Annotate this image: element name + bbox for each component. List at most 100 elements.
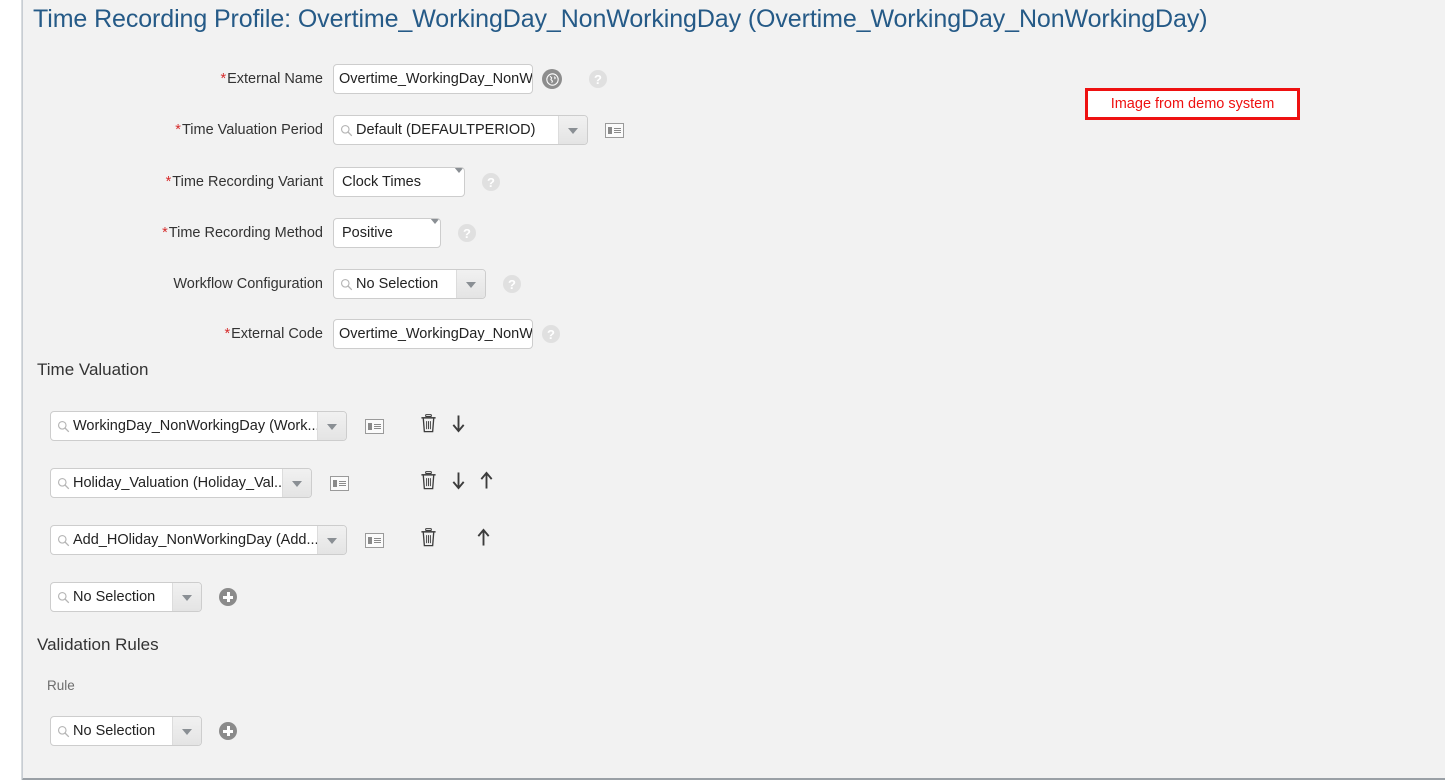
chevron-down-icon bbox=[568, 128, 578, 134]
validation-rule-new-combo[interactable]: No Selection bbox=[50, 716, 202, 746]
details-block bbox=[608, 126, 612, 134]
help-icon-time-recording-variant[interactable]: ? bbox=[482, 173, 500, 191]
field-row-workflow-configuration: Workflow Configuration No Selection ? bbox=[123, 268, 521, 300]
section-title-validation-rules: Validation Rules bbox=[37, 635, 159, 654]
field-row-time-recording-variant: *Time Recording Variant Clock Times ? bbox=[123, 166, 500, 198]
time-recording-variant-value: Clock Times bbox=[342, 174, 421, 190]
section-title-time-valuation: Time Valuation bbox=[37, 360, 149, 379]
field-row-time-valuation-period: *Time Valuation Period Default (DEFAULTP… bbox=[123, 114, 624, 146]
chevron-down-icon bbox=[430, 219, 440, 241]
details-block bbox=[368, 536, 372, 544]
details-lines bbox=[339, 480, 346, 486]
delete-button-time-valuation-3[interactable] bbox=[420, 528, 437, 552]
time-valuation-period-combo[interactable]: Default (DEFAULTPERIOD) bbox=[333, 115, 588, 145]
search-icon bbox=[57, 477, 70, 490]
time-valuation-new-dropdown-button[interactable] bbox=[172, 583, 201, 611]
chevron-down-icon bbox=[182, 729, 192, 735]
time-valuation-period-dropdown-button[interactable] bbox=[558, 116, 587, 144]
details-lines bbox=[614, 127, 621, 133]
search-icon bbox=[57, 534, 70, 547]
validation-rules-new-row: No Selection bbox=[50, 715, 237, 747]
help-glyph: ? bbox=[482, 173, 500, 191]
search-glyph bbox=[57, 477, 70, 489]
label-workflow-configuration: Workflow Configuration bbox=[123, 276, 333, 292]
required-marker: * bbox=[165, 174, 172, 190]
help-glyph: ? bbox=[542, 325, 560, 343]
help-glyph: ? bbox=[458, 224, 476, 242]
help-icon-external-name[interactable]: ? bbox=[589, 70, 607, 88]
arrow-up-icon bbox=[480, 471, 493, 489]
validation-rule-new-value: No Selection bbox=[73, 723, 156, 739]
help-glyph: ? bbox=[589, 70, 607, 88]
search-icon bbox=[57, 591, 70, 604]
label-external-code: *External Code bbox=[123, 326, 333, 342]
time-valuation-new-row: No Selection bbox=[50, 581, 237, 613]
time-valuation-period-value: Default (DEFAULTPERIOD) bbox=[356, 122, 536, 138]
required-marker: * bbox=[224, 326, 231, 342]
search-glyph bbox=[57, 534, 70, 546]
time-recording-variant-select[interactable]: Clock Times bbox=[333, 167, 465, 197]
page-content-panel: Time Recording Profile: Overtime_Working… bbox=[22, 0, 1445, 780]
move-up-button-time-valuation-3[interactable] bbox=[475, 528, 492, 552]
details-block bbox=[333, 479, 337, 487]
time-valuation-row-1: WorkingDay_NonWorkingDay (Work... bbox=[50, 410, 467, 442]
help-icon-external-code[interactable]: ? bbox=[542, 325, 560, 343]
details-icon-time-valuation-2[interactable] bbox=[330, 475, 349, 491]
time-valuation-dropdown-button-3[interactable] bbox=[317, 526, 346, 554]
search-icon bbox=[340, 278, 353, 291]
label-text: External Name bbox=[227, 71, 323, 87]
trash-icon bbox=[421, 471, 436, 490]
label-time-recording-method: *Time Recording Method bbox=[123, 225, 333, 241]
search-glyph bbox=[340, 278, 353, 290]
details-lines bbox=[374, 537, 381, 543]
screen-root: Time Recording Profile: Overtime_Working… bbox=[0, 0, 1445, 780]
details-icon-time-valuation-3[interactable] bbox=[365, 532, 384, 548]
label-text: Workflow Configuration bbox=[173, 276, 323, 292]
delete-button-time-valuation-2[interactable] bbox=[420, 471, 437, 495]
time-valuation-combo-3[interactable]: Add_HOliday_NonWorkingDay (Add... bbox=[50, 525, 347, 555]
time-valuation-dropdown-button-2[interactable] bbox=[282, 469, 311, 497]
help-icon-time-recording-method[interactable]: ? bbox=[458, 224, 476, 242]
time-valuation-dropdown-button-1[interactable] bbox=[317, 412, 346, 440]
details-icon-time-valuation-period[interactable] bbox=[605, 122, 624, 138]
time-valuation-combo-2[interactable]: Holiday_Valuation (Holiday_Val... bbox=[50, 468, 312, 498]
external-name-value: Overtime_WorkingDay_NonW bbox=[339, 71, 533, 87]
search-glyph bbox=[57, 420, 70, 432]
search-glyph bbox=[57, 591, 70, 603]
help-glyph: ? bbox=[503, 275, 521, 293]
field-row-external-name: *External Name Overtime_WorkingDay_NonW … bbox=[123, 63, 607, 95]
validation-rule-new-dropdown-button[interactable] bbox=[172, 717, 201, 745]
time-recording-method-select[interactable]: Positive bbox=[333, 218, 441, 248]
search-icon bbox=[340, 124, 353, 137]
external-name-input[interactable]: Overtime_WorkingDay_NonW bbox=[333, 64, 533, 94]
move-down-button-time-valuation-2[interactable] bbox=[450, 471, 467, 495]
left-gutter bbox=[0, 0, 22, 780]
workflow-configuration-dropdown-button[interactable] bbox=[456, 270, 485, 298]
required-marker: * bbox=[220, 71, 227, 87]
time-recording-variant-dropdown-button[interactable] bbox=[454, 168, 464, 191]
label-text: Time Recording Method bbox=[168, 225, 323, 241]
time-valuation-combo-1[interactable]: WorkingDay_NonWorkingDay (Work... bbox=[50, 411, 347, 441]
move-up-button-time-valuation-2[interactable] bbox=[478, 471, 495, 495]
time-valuation-new-value: No Selection bbox=[73, 589, 156, 605]
time-valuation-new-combo[interactable]: No Selection bbox=[50, 582, 202, 612]
help-icon-workflow-configuration[interactable]: ? bbox=[503, 275, 521, 293]
time-valuation-value-2: Holiday_Valuation (Holiday_Val... bbox=[73, 475, 282, 491]
add-button-time-valuation[interactable] bbox=[219, 588, 237, 606]
add-button-validation-rule[interactable] bbox=[219, 722, 237, 740]
label-time-valuation-period: *Time Valuation Period bbox=[123, 122, 333, 138]
details-icon-time-valuation-1[interactable] bbox=[365, 418, 384, 434]
search-icon bbox=[57, 420, 70, 433]
move-down-button-time-valuation-1[interactable] bbox=[450, 414, 467, 438]
time-valuation-row-3: Add_HOliday_NonWorkingDay (Add... bbox=[50, 524, 492, 556]
label-time-recording-variant: *Time Recording Variant bbox=[123, 174, 333, 190]
chevron-down-icon bbox=[182, 595, 192, 601]
required-marker: * bbox=[162, 225, 168, 241]
workflow-configuration-combo[interactable]: No Selection bbox=[333, 269, 486, 299]
chevron-down-icon bbox=[466, 282, 476, 288]
globe-icon[interactable] bbox=[542, 69, 562, 89]
time-recording-method-dropdown-button[interactable] bbox=[430, 219, 440, 242]
label-external-name: *External Name bbox=[123, 71, 333, 87]
external-code-input[interactable]: Overtime_WorkingDay_NonW bbox=[333, 319, 533, 349]
delete-button-time-valuation-1[interactable] bbox=[420, 414, 437, 438]
